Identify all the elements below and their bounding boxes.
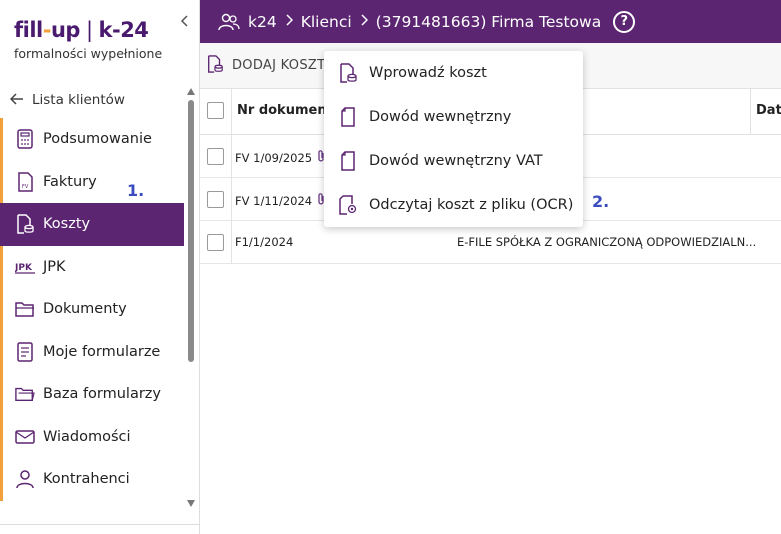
menu-item-label: Wprowadź koszt xyxy=(369,65,487,81)
mail-icon xyxy=(15,426,35,448)
sidebar-item-label: Dokumenty xyxy=(43,301,127,318)
invoice-icon: FV xyxy=(15,171,35,193)
scroll-down-icon[interactable] xyxy=(187,500,195,507)
sidebar-divider xyxy=(0,524,200,525)
logo-wordmark: fill - up | k-24 xyxy=(14,18,184,42)
sidebar-scrollbar[interactable] xyxy=(187,88,195,508)
folder-icon xyxy=(15,298,35,320)
document-number-cell: F1/1/2024 xyxy=(235,235,293,249)
menu-item-label: Dowód wewnętrzny VAT xyxy=(369,153,543,169)
svg-text:JPK: JPK xyxy=(15,263,33,273)
add-cost-icon xyxy=(206,54,224,77)
column-divider xyxy=(750,89,751,134)
sidebar-item-label: Podsumowanie xyxy=(43,131,152,148)
svg-text:FV: FV xyxy=(22,184,29,190)
sidebar-item-wiadomosci[interactable]: Wiadomości xyxy=(0,415,184,458)
sidebar-item-moje-formularze[interactable]: Moje formularze xyxy=(0,330,184,373)
table-row[interactable]: F1/1/2024 E-FILE SPÓŁKA Z OGRANICZONĄ OD… xyxy=(200,221,781,264)
sidebar-item-label: Wiadomości xyxy=(43,428,131,445)
sidebar-item-jpk[interactable]: JPK JPK xyxy=(0,245,184,288)
chevron-right-icon xyxy=(360,13,368,30)
sidebar-item-label: JPK xyxy=(43,258,66,275)
cost-entry-icon xyxy=(338,62,358,84)
document-number-cell: FV 1/11/2024 xyxy=(235,192,326,210)
document-number-cell: FV 1/09/2025 xyxy=(235,149,326,167)
form-icon xyxy=(15,341,35,363)
row-checkbox[interactable] xyxy=(207,148,224,165)
row-checkbox[interactable] xyxy=(207,234,224,251)
add-cost-menu: Wprowadź koszt Dowód wewnętrzny Dowód we… xyxy=(324,51,583,227)
help-icon[interactable]: ? xyxy=(613,10,636,33)
column-divider xyxy=(231,135,232,177)
logo-fill: fill xyxy=(14,18,43,42)
add-cost-label: DODAJ KOSZT xyxy=(232,58,326,73)
top-header: k24 Klienci (3791481663) Firma Testowa ? xyxy=(200,0,781,43)
scrollbar-thumb[interactable] xyxy=(188,100,194,362)
back-link-label: Lista klientów xyxy=(32,92,125,108)
contractor-name: E-FILE SPÓŁKA Z OGRANICZONĄ ODPOWIEDZIAL… xyxy=(457,235,757,249)
column-divider xyxy=(231,89,232,134)
ocr-icon xyxy=(338,194,358,216)
sidebar-item-label: Moje formularze xyxy=(43,343,161,360)
sidebar-item-podsumowanie[interactable]: Podsumowanie xyxy=(0,118,184,161)
column-divider xyxy=(231,221,232,263)
logo-separator: | xyxy=(85,18,93,42)
person-icon xyxy=(15,468,35,490)
menu-item-enter-cost[interactable]: Wprowadź koszt xyxy=(324,51,583,95)
sidebar-item-label: Kontrahenci xyxy=(43,471,130,488)
back-to-clients-link[interactable]: Lista klientów xyxy=(9,91,125,109)
sidebar-item-dokumenty[interactable]: Dokumenty xyxy=(0,288,184,331)
breadcrumb-company: (3791481663) Firma Testowa xyxy=(375,12,602,31)
logo-up: up xyxy=(50,18,80,42)
jpk-icon: JPK xyxy=(15,256,35,278)
sidebar-item-label: Baza formularzy xyxy=(43,386,162,403)
logo[interactable]: fill - up | k-24 formalności wypełnione xyxy=(14,18,184,68)
breadcrumb-k24[interactable]: k24 xyxy=(248,13,277,31)
menu-item-internal-document[interactable]: Dowód wewnętrzny xyxy=(324,95,583,139)
logo-tagline: formalności wypełnione xyxy=(14,46,163,61)
document-number: FV 1/11/2024 xyxy=(235,194,313,208)
sidebar-nav: Podsumowanie FV Faktury Koszty JPK JPK D… xyxy=(0,118,184,501)
column-header-nr[interactable]: Nr dokument xyxy=(237,103,333,118)
menu-item-label: Dowód wewnętrzny xyxy=(369,109,512,125)
menu-item-label: Odczytaj koszt z pliku (OCR) xyxy=(369,197,574,213)
clients-icon xyxy=(218,13,240,31)
sidebar-item-baza-formularzy[interactable]: Baza formularzy xyxy=(0,373,184,416)
select-all-checkbox[interactable] xyxy=(207,102,224,119)
costs-icon xyxy=(15,213,35,235)
logo-k24: k-24 xyxy=(98,18,149,42)
column-header-data[interactable]: Data xyxy=(756,103,781,118)
document-number: F1/1/2024 xyxy=(235,235,294,249)
menu-item-ocr[interactable]: Odczytaj koszt z pliku (OCR) xyxy=(324,183,583,227)
calculator-icon xyxy=(15,128,35,150)
chevron-right-icon xyxy=(285,13,293,30)
folders-icon xyxy=(15,383,35,405)
add-cost-button[interactable]: DODAJ KOSZT xyxy=(206,54,326,77)
breadcrumb-clients[interactable]: Klienci xyxy=(301,13,352,31)
document-icon xyxy=(338,106,358,128)
scroll-up-icon[interactable] xyxy=(187,88,195,95)
sidebar-item-koszty[interactable]: Koszty xyxy=(0,203,184,246)
annotation-step-2: 2. xyxy=(592,192,610,211)
sidebar-item-faktury[interactable]: FV Faktury xyxy=(0,160,184,203)
sidebar-item-kontrahenci[interactable]: Kontrahenci xyxy=(0,458,184,501)
column-divider xyxy=(231,178,232,220)
annotation-step-1: 1. xyxy=(127,181,145,200)
sidebar-item-label: Faktury xyxy=(43,173,97,190)
logo-dash: - xyxy=(42,18,52,42)
menu-item-internal-document-vat[interactable]: Dowód wewnętrzny VAT xyxy=(324,139,583,183)
row-checkbox[interactable] xyxy=(207,191,224,208)
sidebar-item-label: Koszty xyxy=(43,216,91,233)
document-number: FV 1/09/2025 xyxy=(235,151,313,165)
arrow-left-icon xyxy=(9,91,24,109)
collapse-sidebar-icon[interactable] xyxy=(180,14,194,30)
sidebar: fill - up | k-24 formalności wypełnione List… xyxy=(0,0,200,534)
document-vat-icon xyxy=(338,150,358,172)
